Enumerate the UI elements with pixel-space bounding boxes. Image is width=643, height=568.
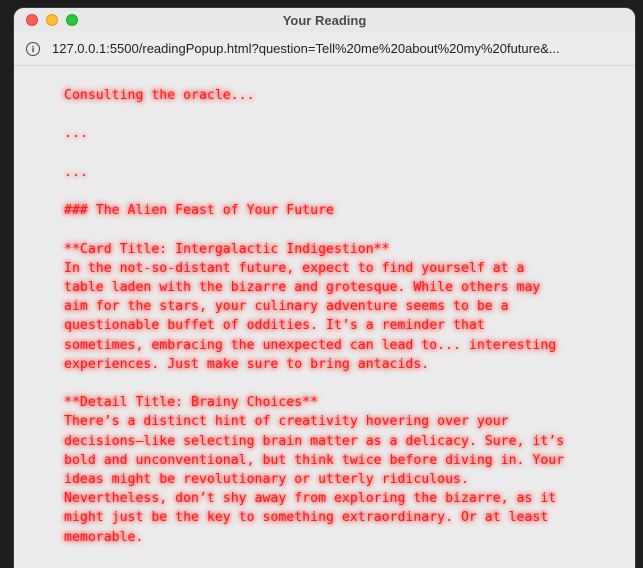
window-controls [26, 14, 78, 26]
detail-text-line: There’s a distinct hint of creativity ho… [64, 414, 509, 430]
card-text-line: aim for the stars, your culinary adventu… [64, 299, 509, 315]
detail-text-line: bold and unconventional, but think twice… [64, 452, 565, 468]
detail-text-line: might just be the key to something extra… [64, 510, 549, 526]
browser-popup-window: Your Reading i 127.0.0.1:5500/readingPop… [14, 8, 635, 568]
close-button[interactable] [26, 14, 38, 26]
card-title: **Card Title: Intergalactic Indigestion*… [64, 241, 390, 257]
card-text-line: questionable buffet of oddities. It’s a … [64, 318, 485, 334]
card-text-line: table laden with the bizarre and grotesq… [64, 279, 541, 295]
loading-dots: ... [64, 164, 88, 180]
card-text-line: sometimes, embracing the unexpected can … [64, 337, 557, 353]
card-text-line: In the not-so-distant future, expect to … [64, 260, 525, 276]
window-title: Your Reading [282, 12, 367, 28]
zoom-button[interactable] [66, 14, 78, 26]
detail-text-line: decisions—like selecting brain matter as… [64, 433, 565, 449]
detail-text-line: Nevertheless, don’t shy away from explor… [64, 491, 557, 507]
reading-heading: ### The Alien Feast of Your Future [64, 203, 334, 219]
title-bar[interactable]: Your Reading [14, 8, 635, 32]
url-text[interactable]: 127.0.0.1:5500/readingPopup.html?questio… [52, 41, 560, 56]
detail-text-line: memorable. [64, 529, 144, 545]
detail-title: **Detail Title: Brainy Choices** [64, 395, 319, 411]
address-bar[interactable]: i 127.0.0.1:5500/readingPopup.html?quest… [14, 32, 635, 66]
info-icon[interactable]: i [26, 41, 40, 56]
status-text: Consulting the oracle... [64, 88, 255, 103]
card-text-line: experiences. Just make sure to bring ant… [64, 356, 430, 372]
reading-content: Consulting the oracle... ... ... ### The… [14, 66, 635, 566]
detail-text-line: ideas might be revolutionary or utterly … [64, 471, 469, 487]
minimize-button[interactable] [46, 14, 58, 26]
loading-dots: ... [64, 126, 88, 142]
